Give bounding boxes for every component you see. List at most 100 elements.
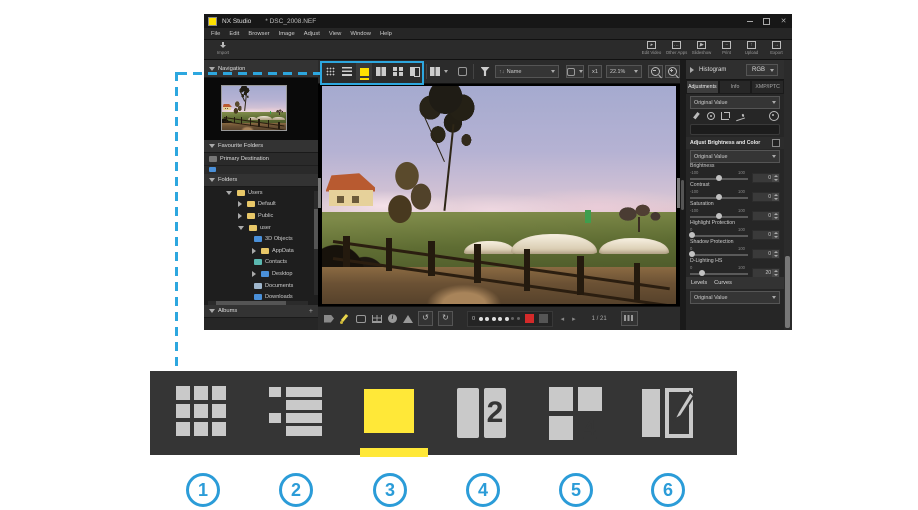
tree-item-contacts[interactable]: Contacts xyxy=(204,257,318,269)
tree-item-users[interactable]: Users xyxy=(204,187,318,199)
photo-tray-button[interactable] xyxy=(430,63,448,80)
scrollbar-thumb[interactable] xyxy=(785,256,790,328)
slider-thumb[interactable] xyxy=(689,232,695,238)
menu-view[interactable]: View xyxy=(329,31,341,37)
close-button[interactable]: ✕ xyxy=(775,14,792,28)
albums-header[interactable]: Albums + xyxy=(204,305,318,318)
menu-image[interactable]: Image xyxy=(279,31,295,37)
slider-thumb[interactable] xyxy=(689,251,695,257)
fullscreen-button[interactable] xyxy=(454,63,470,80)
menu-window[interactable]: Window xyxy=(350,31,371,37)
panel-scrollbar[interactable] xyxy=(784,60,792,330)
adjustments-preset-select[interactable]: Original Value xyxy=(690,96,780,109)
highlight-protection-slider[interactable] xyxy=(690,235,748,237)
menu-help[interactable]: Help xyxy=(380,31,392,37)
contrast-slider[interactable] xyxy=(690,197,748,199)
expand-icon[interactable] xyxy=(252,271,256,277)
add-album-button[interactable]: + xyxy=(309,308,313,315)
slideshow-button[interactable]: ▶ Slideshow xyxy=(690,41,713,55)
brightness-color-preset-select[interactable]: Original Value xyxy=(690,150,780,163)
expand-icon[interactable] xyxy=(238,201,242,207)
favourite-folders-header[interactable]: Favourite Folders xyxy=(204,140,318,153)
zoom-1to1-button[interactable]: x1 xyxy=(588,65,602,78)
paint-label-icon[interactable] xyxy=(340,314,350,324)
slider-thumb[interactable] xyxy=(716,194,722,200)
expand-icon[interactable] xyxy=(238,226,244,230)
other-apps-button[interactable]: … Other Apps xyxy=(665,41,688,55)
crop-frame-icon[interactable] xyxy=(356,315,366,323)
retouch-brush-icon[interactable] xyxy=(692,112,701,121)
import-button[interactable]: Import xyxy=(210,42,236,55)
menu-adjust[interactable]: Adjust xyxy=(304,31,320,37)
tree-item-3d-objects[interactable]: 3D Objects xyxy=(204,233,318,245)
export-button[interactable]: → Export xyxy=(765,41,788,55)
crop-icon[interactable] xyxy=(721,112,729,120)
favourite-item-primary-destination[interactable]: Primary Destination xyxy=(204,153,318,166)
brightness-color-section-header[interactable]: Adjust Brightness and Color xyxy=(686,137,784,149)
zoom-percent-select[interactable]: 22.1% xyxy=(606,65,642,78)
tab-adjustments[interactable]: Adjustments xyxy=(686,80,719,94)
filmstrip-toggle-button[interactable] xyxy=(621,311,638,326)
tab-info[interactable]: Info xyxy=(719,80,752,94)
zoom-in-button[interactable] xyxy=(665,65,680,78)
slider-thumb[interactable] xyxy=(699,270,705,276)
folders-header[interactable]: Folders xyxy=(204,174,318,187)
gear-icon[interactable] xyxy=(769,111,779,121)
tree-item-documents[interactable]: Documents xyxy=(204,280,318,292)
histogram-header[interactable]: Histogram RGB xyxy=(686,60,784,80)
gray-label-swatch[interactable] xyxy=(539,314,548,323)
saturation-slider[interactable] xyxy=(690,216,748,218)
slider-thumb[interactable] xyxy=(716,213,722,219)
next-image-button[interactable]: ▸ xyxy=(572,315,576,323)
edit-video-button[interactable]: ▸ Edit Video xyxy=(640,41,663,55)
rating-dot[interactable] xyxy=(492,317,496,321)
brightness-slider[interactable] xyxy=(690,178,748,180)
viewer-left-scrollbar[interactable] xyxy=(318,178,321,208)
grid-overlay-icon[interactable] xyxy=(372,315,382,323)
rotate-left-button[interactable]: ↺ xyxy=(418,311,433,326)
tree-item-desktop[interactable]: Desktop xyxy=(204,268,318,280)
expand-icon[interactable] xyxy=(238,213,242,219)
histogram-channel-select[interactable]: RGB xyxy=(746,64,778,76)
rating-bar[interactable]: 0 xyxy=(467,311,553,327)
section-checkbox[interactable] xyxy=(772,139,780,147)
sort-select[interactable]: ↑↓ Name xyxy=(495,65,559,78)
favourite-item-partial[interactable] xyxy=(204,166,318,174)
rating-dot[interactable] xyxy=(511,317,514,320)
rating-dot[interactable] xyxy=(505,317,509,321)
rating-dot[interactable] xyxy=(485,317,489,321)
menu-file[interactable]: File xyxy=(211,31,220,37)
previous-image-button[interactable]: ◂ xyxy=(561,315,565,323)
navigator-thumbnail[interactable] xyxy=(221,85,287,131)
filter-button[interactable] xyxy=(477,63,493,80)
rating-dot[interactable] xyxy=(498,317,502,321)
fit-to-screen-button[interactable] xyxy=(566,65,584,78)
info-icon[interactable]: i xyxy=(388,314,397,323)
maximize-button[interactable] xyxy=(758,14,775,28)
tree-item-default[interactable]: Default xyxy=(204,199,318,211)
label-tag-icon[interactable] xyxy=(324,315,334,323)
menu-browser[interactable]: Browser xyxy=(248,31,269,37)
levels-curves-header[interactable]: Levels Curves xyxy=(686,277,784,289)
red-label-swatch[interactable] xyxy=(525,314,534,323)
slider-thumb[interactable] xyxy=(716,175,722,181)
zoom-out-button[interactable] xyxy=(648,65,663,78)
tree-item-public[interactable]: Public xyxy=(204,210,318,222)
levels-curves-preset-select[interactable]: Original Value xyxy=(690,291,780,304)
expand-icon[interactable] xyxy=(226,191,232,195)
tree-item-appdata[interactable]: AppData xyxy=(204,245,318,257)
tree-item-user[interactable]: user xyxy=(204,222,318,234)
minimize-button[interactable] xyxy=(741,14,758,28)
d-lighting-slider[interactable] xyxy=(690,273,748,275)
tab-xmp-iptc[interactable]: XMP/IPTC xyxy=(751,80,784,94)
photo-dsc-2008[interactable] xyxy=(322,86,676,304)
color-control-point-icon[interactable] xyxy=(707,112,715,120)
print-button[interactable]: ⎯ Print xyxy=(715,41,738,55)
rating-dot[interactable] xyxy=(517,317,520,320)
menu-edit[interactable]: Edit xyxy=(229,31,239,37)
focus-point-icon[interactable] xyxy=(403,315,413,323)
upload-button[interactable]: ↑ Upload xyxy=(740,41,763,55)
expand-icon[interactable] xyxy=(252,248,256,254)
shadow-protection-slider[interactable] xyxy=(690,254,748,256)
rating-dot[interactable] xyxy=(479,317,483,321)
